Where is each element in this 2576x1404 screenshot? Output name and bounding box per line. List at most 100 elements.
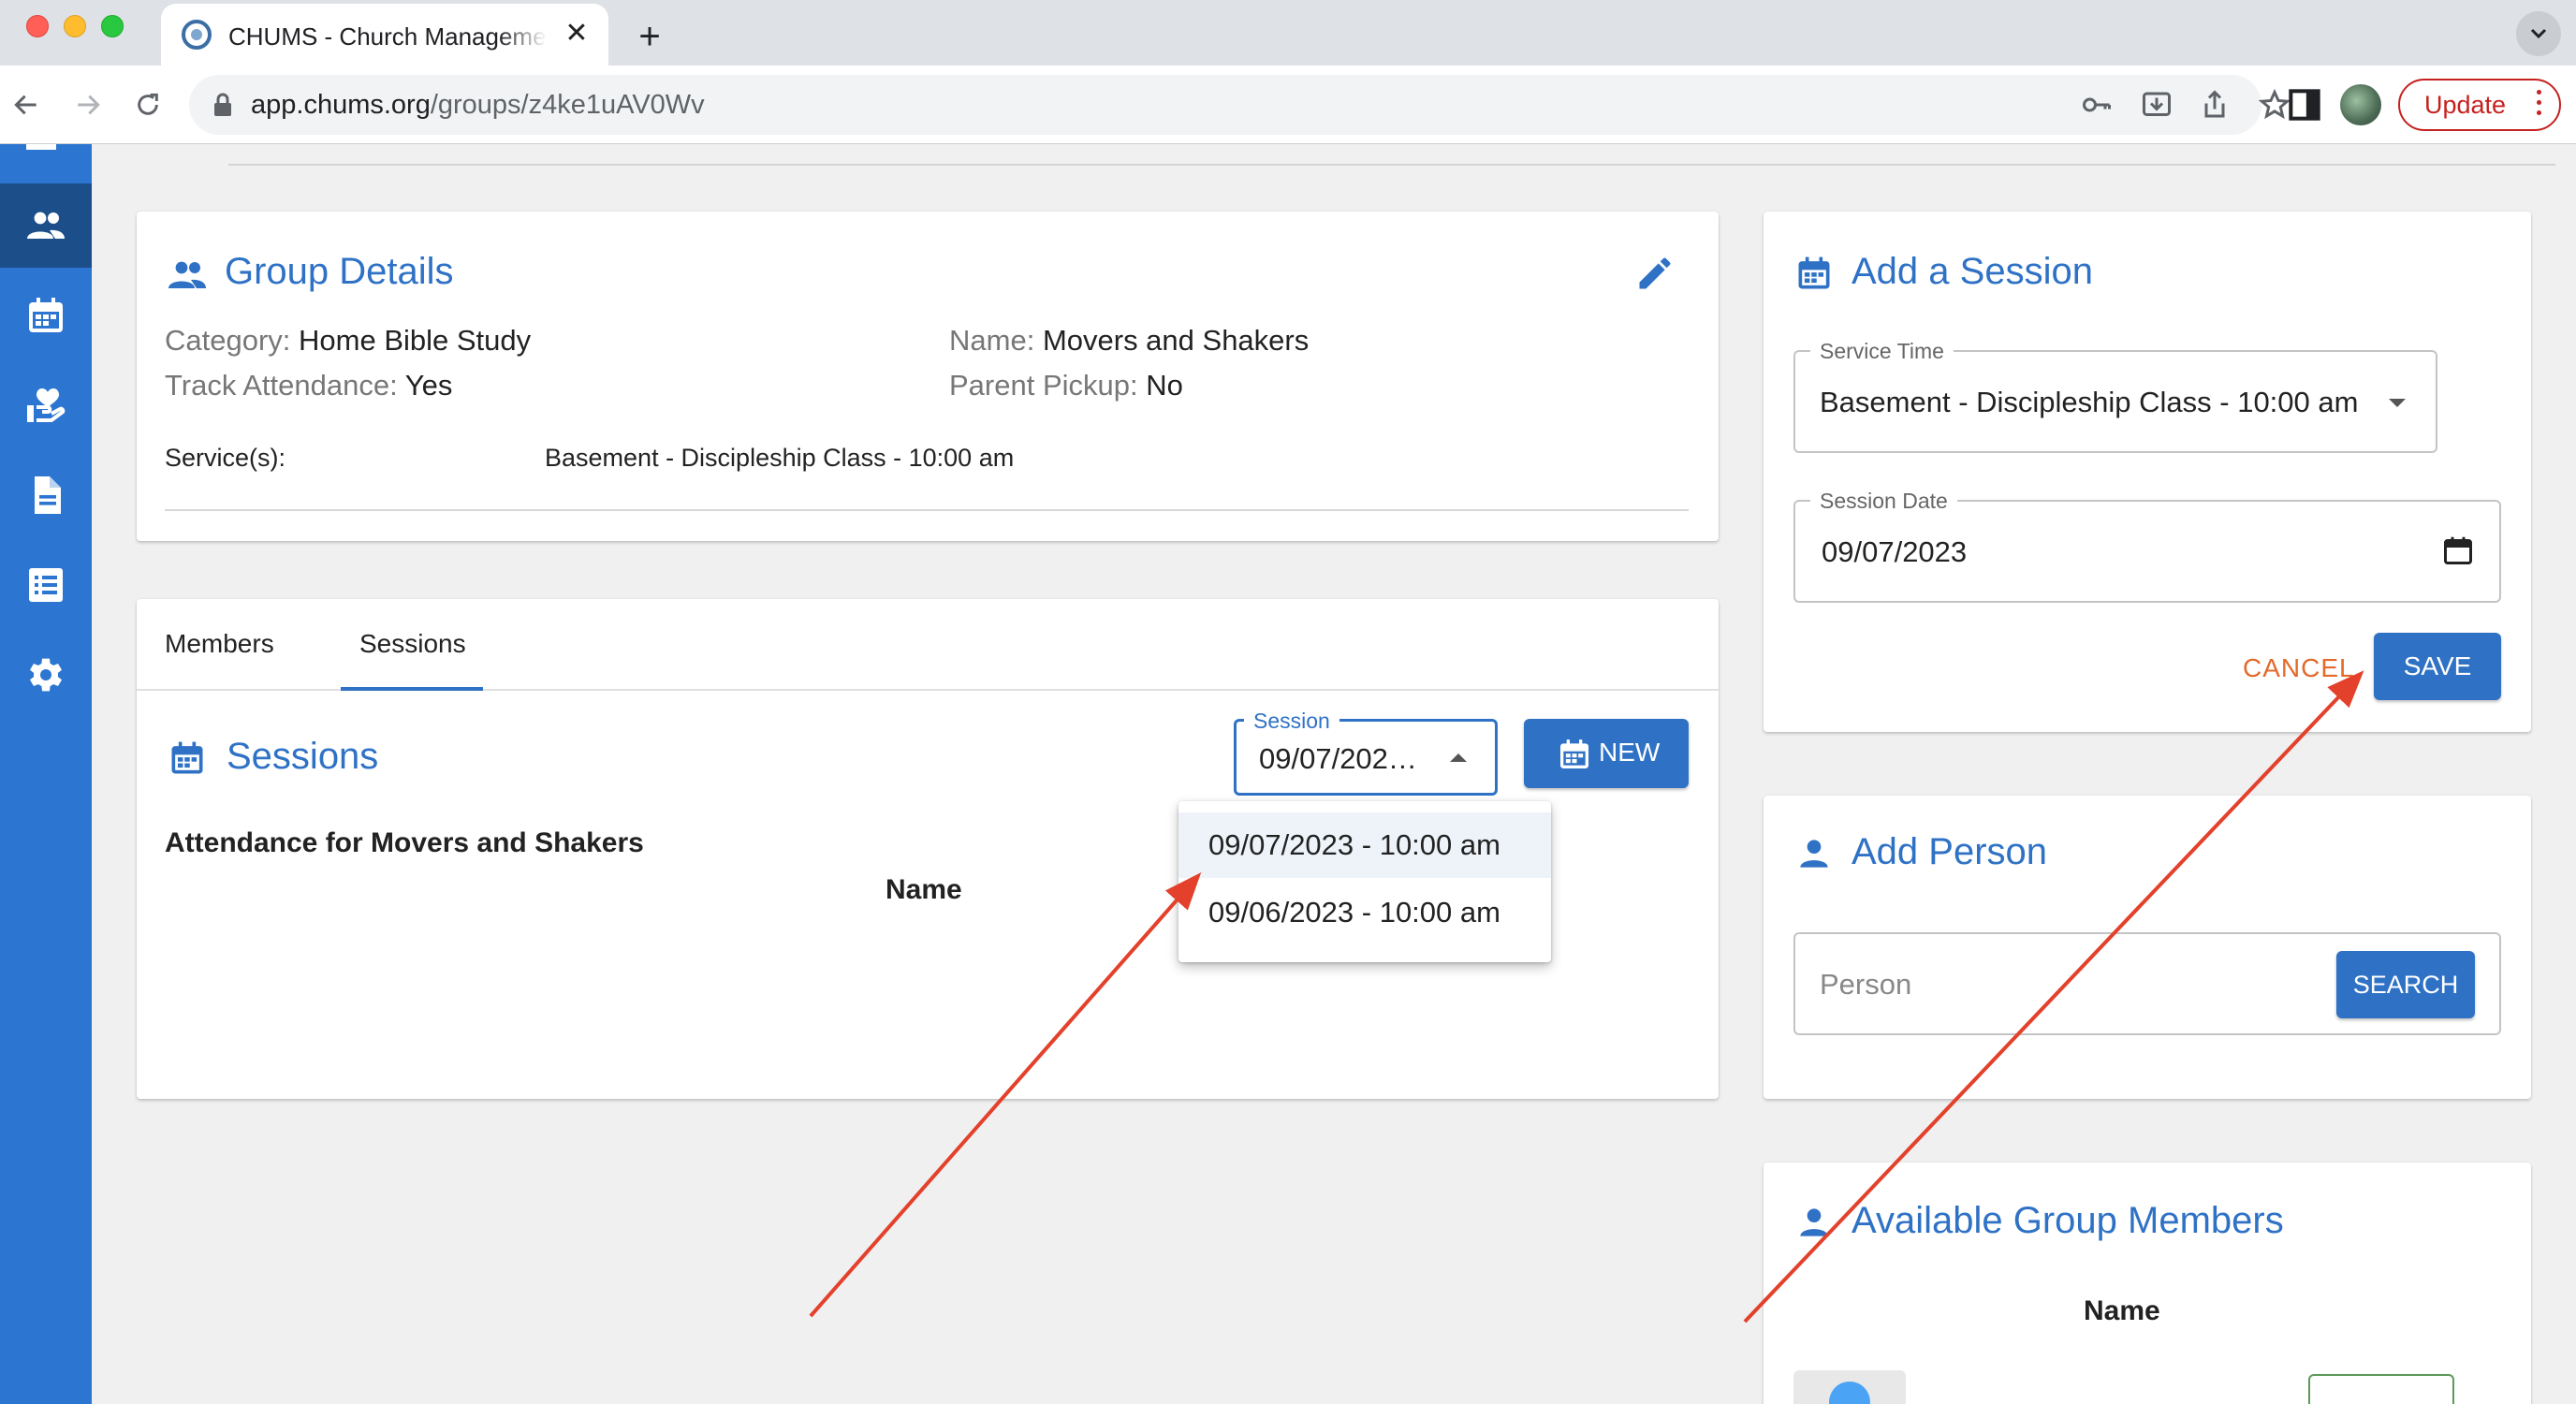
sidebar-item-settings[interactable] — [0, 633, 92, 717]
sidebar-item-documents[interactable] — [0, 453, 92, 537]
available-members-title: Available Group Members — [1852, 1200, 2284, 1241]
list-icon — [29, 568, 63, 602]
calendar-icon — [171, 741, 203, 774]
attendance-heading: Attendance for Movers and Shakers — [165, 827, 644, 858]
search-button[interactable]: SEARCH — [2336, 951, 2475, 1018]
add-member-button[interactable] — [2308, 1374, 2454, 1404]
back-button[interactable] — [4, 82, 49, 127]
service-time-select[interactable]: Service Time Basement - Discipleship Cla… — [1793, 339, 2437, 453]
profile-avatar[interactable] — [2340, 84, 2381, 125]
person-icon — [1800, 1208, 1828, 1236]
person-search-field[interactable]: Person SEARCH — [1793, 932, 2501, 1035]
name-row: Name: Movers and Shakers — [949, 324, 1309, 358]
update-label: Update — [2424, 91, 2507, 119]
key-icon[interactable] — [2080, 88, 2114, 122]
reload-button[interactable] — [125, 82, 170, 127]
calendar-picker-icon[interactable] — [2441, 534, 2475, 567]
parent-pickup-label: Parent Pickup: — [949, 369, 1138, 402]
services-label: Service(s): — [165, 444, 286, 472]
attendance-name-header: Name — [886, 874, 962, 905]
session-select-value: 09/07/202… — [1259, 742, 1417, 775]
session-select[interactable]: Session 09/07/202… — [1234, 709, 1498, 796]
sidebar-item-calendar[interactable] — [0, 273, 92, 358]
tab-sessions[interactable]: Sessions — [359, 629, 466, 659]
session-date-value: 09/07/2023 — [1822, 535, 1968, 568]
person-icon — [1800, 840, 1828, 868]
lock-icon[interactable] — [212, 92, 234, 118]
menu-icon-fragment — [26, 144, 56, 150]
active-tab-indicator — [341, 687, 483, 691]
session-option[interactable]: 09/07/2023 - 10:00 am — [1178, 812, 1551, 878]
arrow-right-icon — [78, 95, 100, 115]
session-option[interactable]: 09/06/2023 - 10:00 am — [1178, 880, 1551, 945]
sidebar-item-people[interactable] — [0, 183, 92, 268]
tab-members[interactable]: Members — [165, 629, 274, 659]
tab-search-button[interactable] — [2516, 11, 2561, 56]
calendar-icon — [1560, 739, 1588, 768]
forward-button[interactable] — [66, 82, 110, 127]
available-members-name-header: Name — [2084, 1295, 2160, 1326]
tab-bar: Members Sessions — [137, 599, 1719, 691]
chums-favicon-icon — [182, 20, 212, 50]
top-divider — [228, 164, 2555, 166]
available-members-card: Available Group Members Name — [1764, 1163, 2531, 1404]
details-divider — [165, 509, 1689, 511]
add-session-card: Add a Session Service Time Basement - Di… — [1764, 212, 2531, 732]
caret-up-icon — [1450, 753, 1467, 762]
new-tab-button[interactable]: + — [623, 11, 676, 64]
address-bar[interactable]: app.chums.org/groups/z4ke1uAV0Wv — [189, 75, 2291, 135]
tab-title: CHUMS - Church Management — [228, 22, 547, 51]
calendar-icon — [29, 298, 63, 332]
window-close-button[interactable] — [26, 15, 49, 37]
parent-pickup-row: Parent Pickup: No — [949, 369, 1183, 402]
people-icon — [27, 212, 65, 239]
session-select-legend: Session — [1244, 709, 1339, 734]
name-label: Name: — [949, 324, 1035, 357]
session-date-legend: Session Date — [1810, 489, 1957, 514]
group-details-card: Group Details Category: Home Bible Study… — [137, 212, 1719, 541]
more-vert-icon — [2537, 90, 2542, 121]
share-icon[interactable] — [2198, 88, 2232, 122]
add-session-title: Add a Session — [1852, 251, 2093, 292]
group-details-title: Group Details — [225, 251, 454, 292]
member-avatar — [1793, 1370, 1906, 1404]
url-text[interactable]: app.chums.org/groups/z4ke1uAV0Wv — [251, 90, 705, 121]
update-button[interactable]: Update — [2398, 79, 2561, 131]
close-tab-icon[interactable]: ✕ — [558, 15, 595, 52]
side-panel-icon[interactable] — [2284, 84, 2325, 125]
window-zoom-button[interactable] — [101, 15, 124, 37]
session-date-input[interactable]: Session Date 09/07/2023 — [1793, 489, 2501, 603]
person-search-placeholder: Person — [1820, 968, 1912, 1001]
parent-pickup-value: No — [1146, 369, 1183, 402]
category-value: Home Bible Study — [299, 324, 532, 357]
app-sidebar — [0, 144, 92, 1404]
edit-pencil-icon[interactable] — [1634, 253, 1676, 294]
donation-hand-icon — [27, 388, 66, 422]
category-row: Category: Home Bible Study — [165, 324, 531, 358]
add-person-card: Add Person Person SEARCH — [1764, 796, 2531, 1099]
add-person-title: Add Person — [1852, 831, 2048, 872]
service-time-value: Basement - Discipleship Class - 10:00 am — [1820, 386, 2359, 418]
browser-tabstrip: CHUMS - Church Management ✕ + — [0, 0, 2576, 66]
sidebar-item-donations[interactable] — [0, 363, 92, 447]
caret-down-icon — [2389, 399, 2406, 407]
new-session-button[interactable]: NEW — [1524, 719, 1689, 788]
url-host: app.chums.org — [251, 90, 431, 120]
gear-icon — [30, 658, 62, 692]
calendar-icon — [1798, 256, 1830, 289]
sessions-title: Sessions — [227, 736, 379, 777]
install-icon[interactable] — [2140, 88, 2174, 122]
category-label: Category: — [165, 324, 291, 357]
sidebar-item-list[interactable] — [0, 543, 92, 627]
service-time-legend: Service Time — [1810, 339, 1954, 364]
browser-toolbar: app.chums.org/groups/z4ke1uAV0Wv Update — [0, 66, 2576, 144]
save-button[interactable]: SAVE — [2374, 633, 2501, 700]
services-value: Basement - Discipleship Class - 10:00 am — [545, 444, 1015, 472]
track-attendance-row: Track Attendance: Yes — [165, 369, 452, 402]
browser-tab[interactable]: CHUMS - Church Management ✕ — [161, 4, 608, 66]
session-dropdown-menu: 09/07/2023 - 10:00 am 09/06/2023 - 10:00… — [1178, 801, 1551, 962]
reload-icon — [138, 93, 158, 115]
window-minimize-button[interactable] — [64, 15, 86, 37]
cancel-button[interactable]: CANCEL — [2243, 653, 2355, 683]
document-icon — [35, 476, 61, 514]
